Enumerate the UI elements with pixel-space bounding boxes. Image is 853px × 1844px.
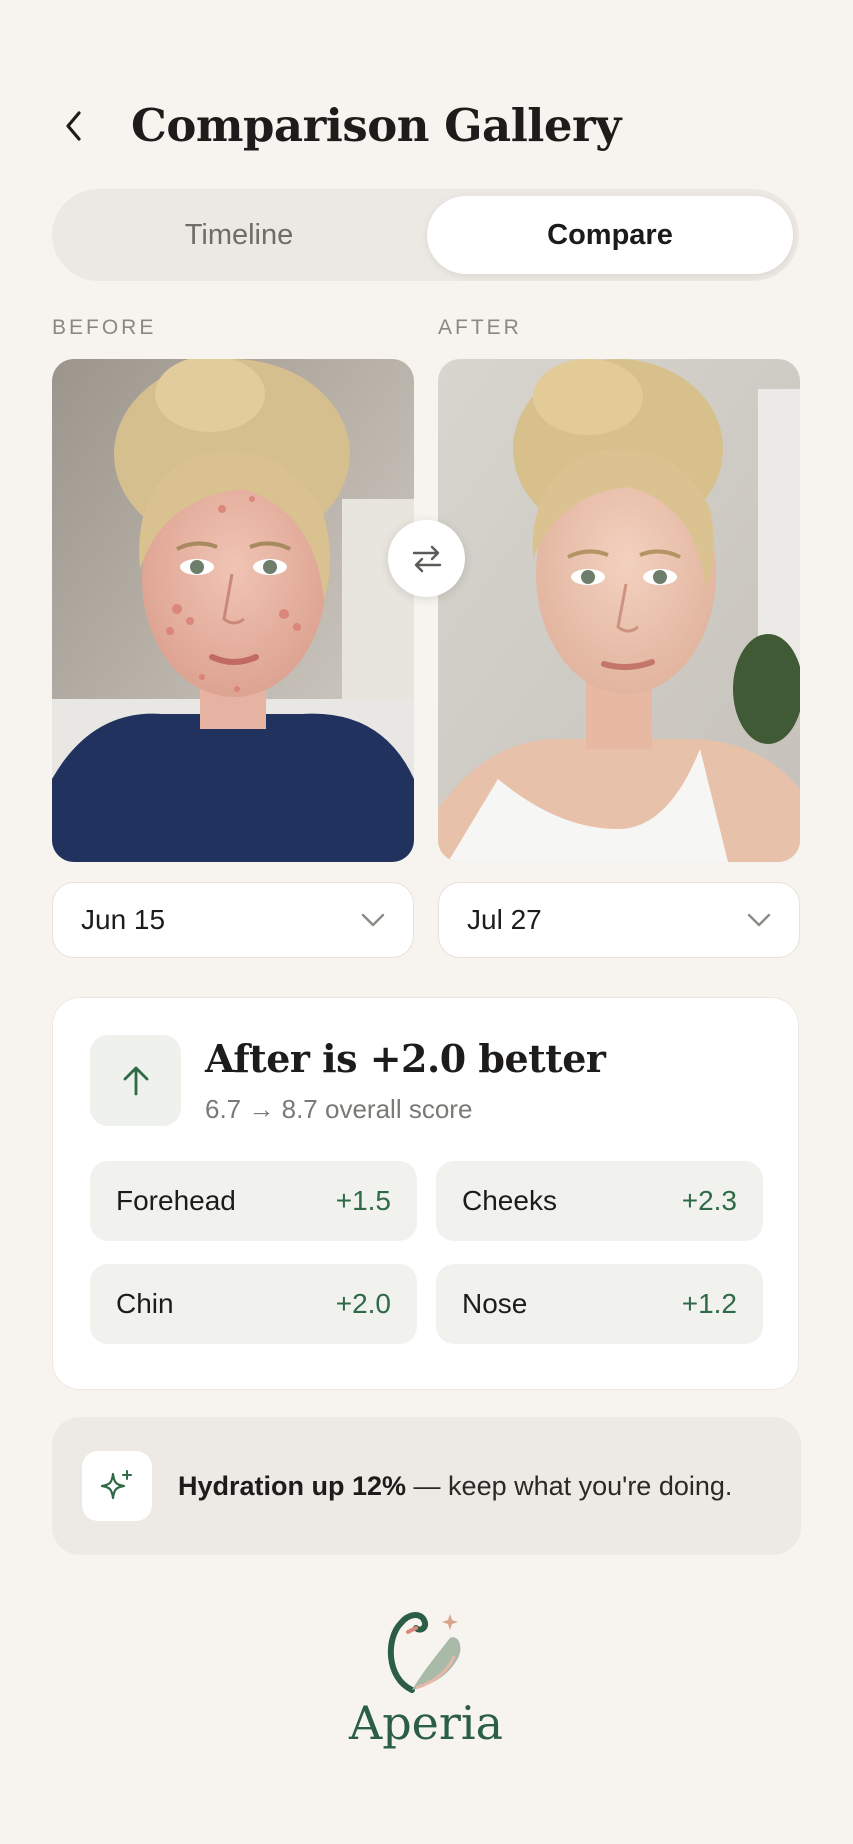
region-nose[interactable]: Nose +1.2 [436, 1264, 763, 1344]
score-to: 8.7 [281, 1094, 318, 1124]
score-icon-box [90, 1035, 181, 1126]
region-cheeks[interactable]: Cheeks +2.3 [436, 1161, 763, 1241]
arrow-up-icon [123, 1066, 148, 1095]
tip-rest: — keep what you're doing. [406, 1471, 733, 1501]
region-delta: +1.2 [681, 1288, 737, 1319]
tip-icon-box [82, 1451, 152, 1521]
region-forehead[interactable]: Forehead +1.5 [90, 1161, 417, 1241]
chevron-left-icon [66, 111, 81, 141]
after-label: AFTER [438, 316, 522, 339]
tab-timeline[interactable]: Timeline [60, 196, 418, 274]
score-from: 6.7 [205, 1094, 242, 1124]
header: Comparison Gallery [0, 96, 853, 156]
region-delta: +2.3 [681, 1185, 737, 1216]
region-chin[interactable]: Chin +2.0 [90, 1264, 417, 1344]
score-summary-card: After is +2.0 better 6.7 → 8.7 overall s… [52, 997, 799, 1390]
score-arrow: → [248, 1094, 275, 1124]
swap-arrows-icon [412, 545, 441, 572]
before-date-select[interactable]: Jun 15 [52, 882, 414, 958]
page-title: Comparison Gallery [131, 99, 621, 152]
back-button[interactable] [54, 104, 94, 148]
tab-compare[interactable]: Compare [427, 196, 793, 274]
view-segmented-control: Timeline Compare [52, 189, 799, 281]
score-caption: overall score [325, 1094, 473, 1124]
region-name: Chin [116, 1288, 174, 1319]
chevron-down-icon [747, 913, 771, 927]
sparkle-icon [100, 1470, 132, 1500]
after-date-value: Jul 27 [467, 904, 542, 935]
score-subtitle: 6.7 → 8.7 overall score [205, 1094, 472, 1125]
region-delta: +2.0 [335, 1288, 391, 1319]
brand-name: Aperia [348, 1696, 503, 1750]
brand-logo: Aperia [346, 1598, 506, 1778]
region-name: Nose [462, 1288, 528, 1319]
insight-tip-card[interactable]: Hydration up 12% — keep what you're doin… [52, 1417, 801, 1555]
chevron-down-icon [361, 913, 385, 927]
tip-highlight: Hydration up 12% [178, 1471, 407, 1501]
tip-text: Hydration up 12% — keep what you're doin… [178, 1417, 732, 1555]
after-date-select[interactable]: Jul 27 [438, 882, 800, 958]
after-photo[interactable] [438, 359, 800, 862]
before-label: BEFORE [52, 316, 157, 339]
region-name: Cheeks [462, 1185, 557, 1216]
region-delta: +1.5 [335, 1185, 391, 1216]
swan-logo-icon [387, 1612, 461, 1693]
region-name: Forehead [116, 1185, 236, 1216]
before-photo[interactable] [52, 359, 414, 862]
before-date-value: Jun 15 [81, 904, 166, 935]
score-title: After is +2.0 better [205, 1036, 606, 1081]
swap-button[interactable] [388, 520, 465, 597]
